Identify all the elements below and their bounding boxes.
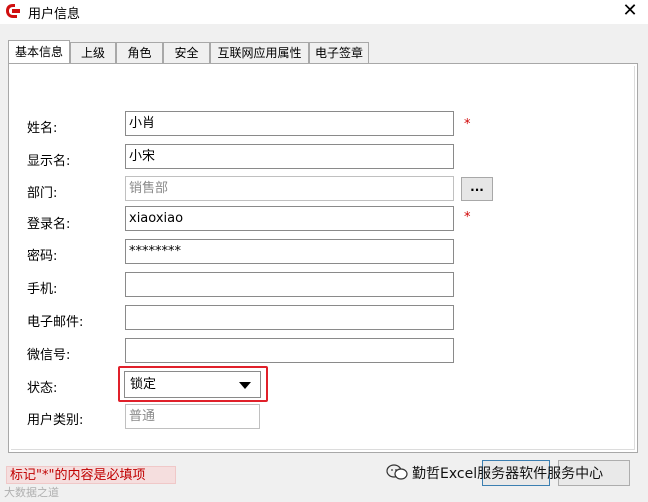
basic-info-panel: 姓名: 小肖 * 显示名: 小宋 部门: 销售部 ... 登录名: xiaoxi… — [8, 63, 638, 453]
watermark-bottom-text: 大数据之道 — [4, 486, 59, 499]
email-field[interactable] — [125, 305, 454, 330]
password-field[interactable]: ******** — [125, 239, 454, 264]
login-name-label: 登录名: — [27, 217, 71, 232]
status-select[interactable]: 锁定 — [124, 371, 261, 398]
tab-internet-app-properties[interactable]: 互联网应用属性 — [210, 42, 309, 63]
display-name-field[interactable]: 小宋 — [125, 144, 454, 169]
email-label: 电子邮件: — [27, 315, 84, 330]
status-label: 状态: — [27, 381, 58, 396]
department-browse-button[interactable]: ... — [461, 177, 493, 201]
status-select-value: 锁定 — [130, 377, 157, 392]
name-field[interactable]: 小肖 — [125, 111, 454, 136]
required-notice: 标记"*"的内容是必填项 — [6, 466, 176, 484]
tab-roles[interactable]: 角色 — [116, 42, 163, 63]
app-logo-icon — [6, 4, 20, 18]
login-name-field[interactable]: xiaoxiao — [125, 206, 454, 231]
department-field: 销售部 — [125, 176, 454, 201]
name-label: 姓名: — [27, 121, 58, 136]
tab-security[interactable]: 安全 — [163, 42, 210, 63]
wechat-field[interactable] — [125, 338, 454, 363]
window-title: 用户信息 — [28, 7, 81, 22]
mobile-field[interactable] — [125, 272, 454, 297]
chevron-down-icon — [239, 382, 251, 389]
title-bar: 用户信息 ✕ — [0, 0, 648, 24]
password-label: 密码: — [27, 249, 58, 264]
tab-basic-info[interactable]: 基本信息 — [8, 40, 70, 63]
tab-e-signature[interactable]: 电子签章 — [309, 42, 369, 63]
login-name-required-mark: * — [464, 210, 471, 225]
department-label: 部门: — [27, 186, 58, 201]
watermark-text: 勤哲Excel服务器软件服务中心 — [412, 466, 604, 482]
tab-superior[interactable]: 上级 — [70, 42, 116, 63]
wechat-watermark-icon — [386, 464, 408, 480]
wechat-label: 微信号: — [27, 348, 71, 363]
user-type-field: 普通 — [125, 404, 260, 429]
user-type-label: 用户类别: — [27, 413, 84, 428]
name-required-mark: * — [464, 117, 471, 132]
mobile-label: 手机: — [27, 282, 58, 297]
close-icon[interactable]: ✕ — [620, 0, 640, 22]
display-name-label: 显示名: — [27, 154, 71, 169]
